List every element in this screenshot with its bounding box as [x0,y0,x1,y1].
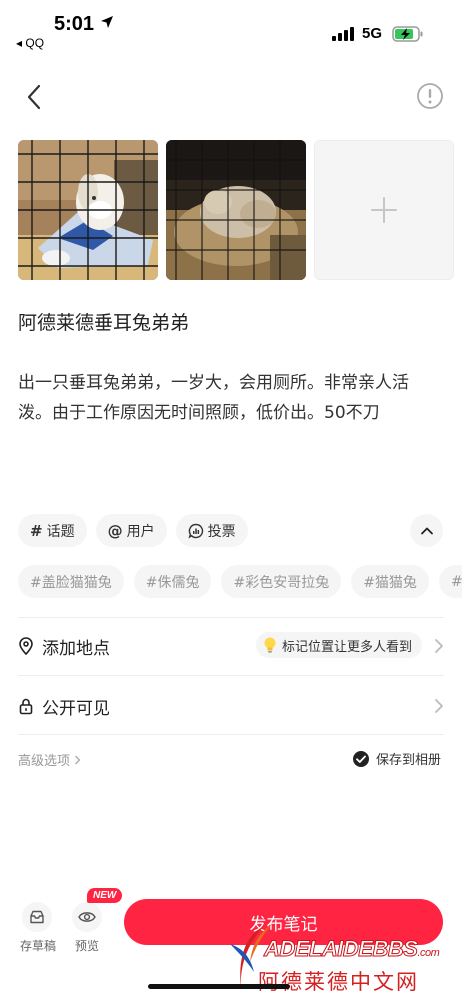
location-hint-pill: 标记位置让更多人看到 [255,632,422,658]
save-draft-label: 存草稿 [20,939,57,953]
location-arrow-icon [101,16,113,28]
location-pin-icon [19,637,33,655]
divider [18,734,444,735]
watermark-cn: 阿德莱德中文网 [258,970,419,994]
visibility-label: 公开可见 [42,698,110,719]
note-title-input[interactable]: 阿德莱德垂耳兔弟弟 [18,308,189,335]
hash-icon: # [30,521,43,540]
suggested-tag[interactable]: #盖脸猫猫兔 [18,565,124,598]
status-time: 5:01 [54,13,95,35]
save-to-album-toggle[interactable]: 保存到相册 [352,749,441,768]
chevron-right-small-icon [75,755,81,765]
home-indicator[interactable] [148,984,290,989]
add-photo-button[interactable] [314,140,454,280]
topic-chip-label: 话题 [46,523,75,540]
photo-thumbnail-2[interactable] [166,140,306,280]
battery-charging-icon [392,26,423,42]
advanced-options-label: 高级选项 [18,754,71,769]
add-location-label: 添加地点 [42,638,110,659]
cellular-signal-icon [332,27,354,41]
back-to-app-link[interactable]: ◂ QQ [16,36,44,50]
suggested-tag[interactable]: #侏儒兔 [133,565,212,598]
eye-icon-wrap [72,902,102,932]
visibility-row[interactable]: 公开可见 [18,686,444,726]
insert-chips: # 话题 @ 用户 投票 [18,514,248,547]
suggested-tag[interactable]: #彩色安哥拉兔 [221,565,342,598]
new-badge: NEW [87,888,123,903]
location-hint-text: 标记位置让更多人看到 [281,639,412,655]
chevron-right-icon [435,699,443,713]
network-type: 5G [362,25,383,42]
collapse-suggestions-button[interactable] [410,514,443,547]
divider [18,675,444,676]
image-picker-row [18,140,454,280]
note-body-input[interactable]: 出一只垂耳兔弟弟，一岁大，会用厕所。非常亲人活泼。由于工作原因无时间照顾，低价出… [18,368,442,428]
preview-label: 预览 [74,939,99,953]
lightbulb-icon [264,637,276,653]
at-icon: @ [107,521,123,540]
suggested-tag[interactable]: #猫猫兔 [351,565,429,598]
report-warning-icon[interactable] [416,82,444,110]
advanced-options-link[interactable]: 高级选项 [18,750,81,769]
watermark-en: ADELAIDEBBS [263,936,418,962]
status-bar: 5:01 ◂ QQ 5G [0,0,462,60]
suggested-tag[interactable]: # [438,565,462,598]
back-icon[interactable] [20,82,50,112]
vote-chip-label: 投票 [207,523,236,540]
vote-bubble-icon [187,523,203,539]
photo-thumbnail-1[interactable] [18,140,158,280]
suggested-tags: #盖脸猫猫兔 #侏儒兔 #彩色安哥拉兔 #猫猫兔 # [18,565,462,598]
vote-chip[interactable]: 投票 [175,514,248,547]
save-to-album-label: 保存到相册 [376,753,442,768]
lock-icon [19,698,33,715]
topic-chip[interactable]: # 话题 [18,514,87,547]
chevron-right-icon [435,639,443,653]
eye-icon [78,912,96,922]
chevron-up-icon [420,527,433,534]
mention-user-chip[interactable]: @ 用户 [95,514,167,547]
save-draft-button[interactable]: 存草稿 [20,902,57,954]
watermark-com: .com [417,947,440,959]
preview-button[interactable]: 预览 [70,902,104,954]
plus-icon [371,197,397,223]
checkmark-circle-icon [353,750,369,767]
add-location-row[interactable]: 添加地点 标记位置让更多人看到 [18,626,444,666]
mention-user-chip-label: 用户 [126,523,155,540]
draft-box-icon [30,910,44,924]
divider [18,617,444,618]
draft-box-icon-wrap [22,902,52,932]
